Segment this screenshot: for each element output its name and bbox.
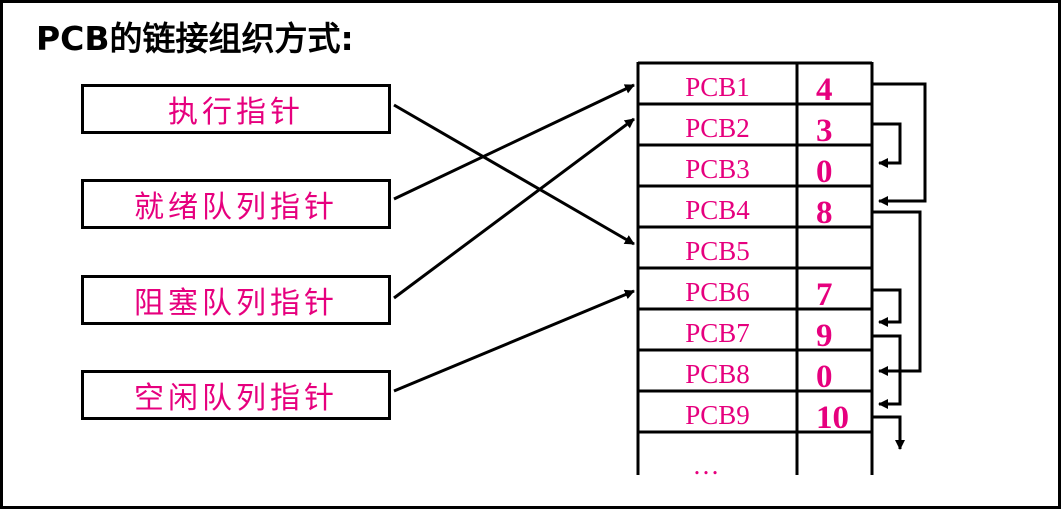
- ready-pointer-arrow: [393, 83, 635, 201]
- pcb-name: PCB2: [685, 113, 750, 143]
- pcb-name: PCB8: [685, 359, 750, 389]
- pcb-name: PCB7: [685, 318, 750, 348]
- pcb-next-value: 8: [816, 195, 833, 231]
- pcb-name: PCB6: [685, 277, 750, 307]
- diagram-lines: [393, 61, 927, 475]
- pcb-name: PCB3: [685, 154, 750, 184]
- pcb-next-value: 9: [816, 318, 833, 354]
- pcb-name: PCB9: [685, 400, 750, 430]
- pcb-next-value: 4: [816, 72, 833, 108]
- pcb-ellipsis: …: [692, 450, 720, 480]
- pcb-next-value: 3: [816, 113, 833, 149]
- free-pointer-arrow: [393, 289, 635, 393]
- pcb-next-value: 10: [816, 400, 849, 436]
- link-pcb9-onward: [873, 415, 905, 450]
- link-pcb2-to-pcb3: [873, 122, 902, 168]
- pcb-next-value: 0: [816, 154, 833, 190]
- link-pcb6-to-pcb7: [873, 288, 902, 327]
- blocked-pointer-arrow: [393, 117, 635, 300]
- pcb-next-value: 0: [816, 359, 833, 395]
- pcb-name: PCB4: [685, 195, 750, 225]
- pcb-name: PCB5: [685, 236, 750, 266]
- running-pointer-arrow: [393, 103, 635, 246]
- pcb-name: PCB1: [685, 72, 750, 102]
- pcb-next-value: 7: [816, 277, 833, 313]
